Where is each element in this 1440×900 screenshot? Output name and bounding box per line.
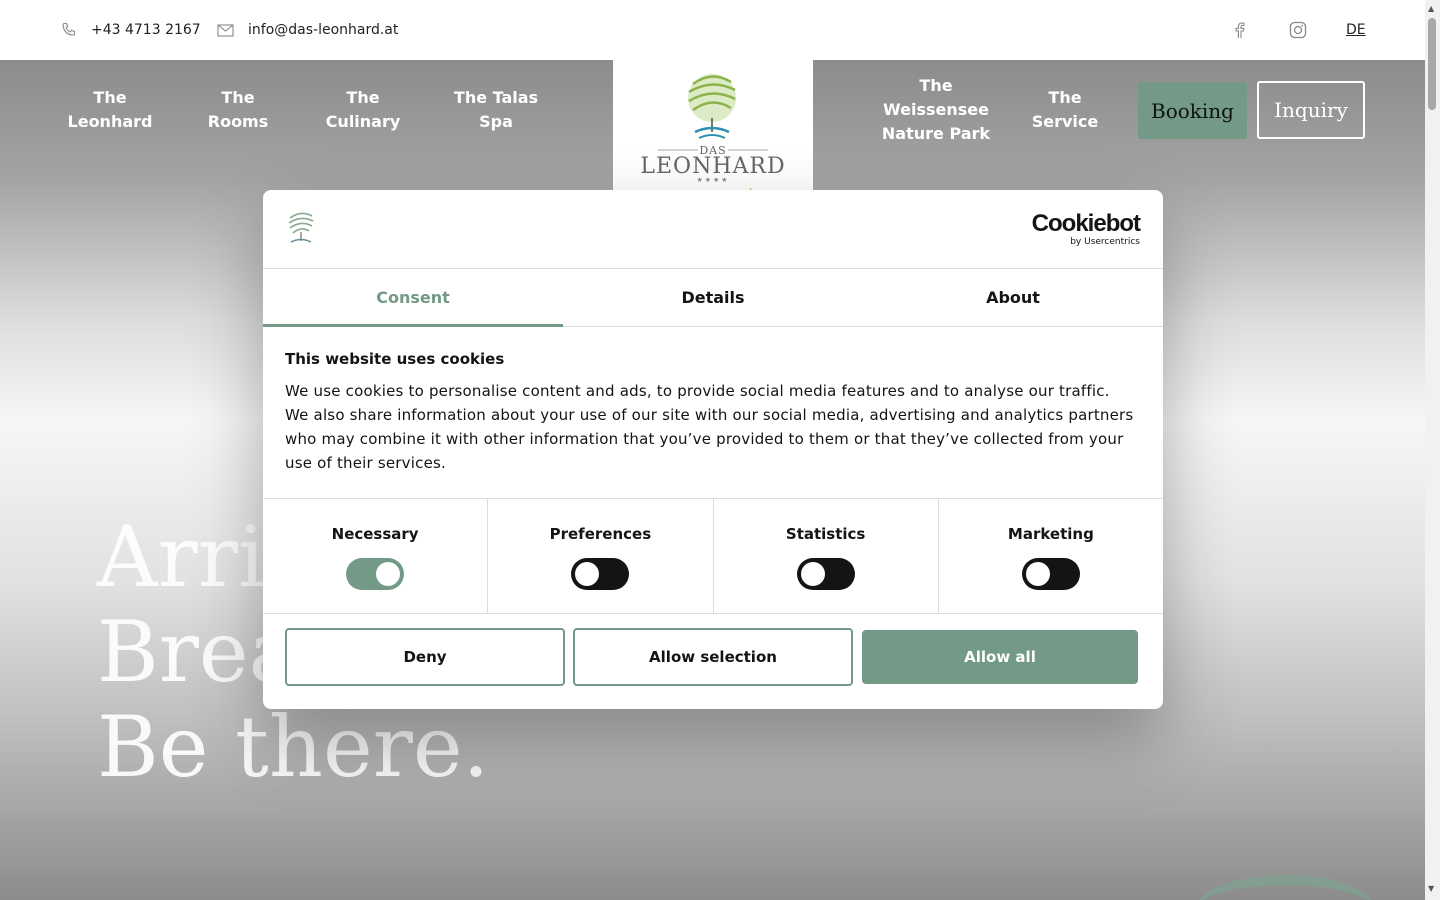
nav-the-talas-spa[interactable]: The Talas Spa [446, 60, 546, 160]
toggle-group-marketing: Marketing [939, 499, 1163, 613]
nav-weissensee-nature-park[interactable]: The Weissensee Nature Park [876, 60, 996, 160]
hotel-logo[interactable]: DAS LEONHARD ★★★★ [613, 60, 813, 200]
nav-the-service[interactable]: The Service [1025, 60, 1105, 160]
toggle-group-preferences: Preferences [488, 499, 714, 613]
toggle-knob [575, 562, 600, 586]
toggle-label-statistics: Statistics [785, 525, 866, 543]
nav-the-culinary[interactable]: The Culinary [313, 60, 413, 160]
deny-button[interactable]: Deny [285, 628, 565, 686]
cookie-consent-dialog: Cookiebot by Usercentrics Consent Detail… [263, 190, 1163, 709]
facebook-icon[interactable] [1230, 20, 1250, 40]
allow-selection-button[interactable]: Allow selection [573, 628, 853, 686]
toggle-label-marketing: Marketing [1007, 525, 1094, 543]
toggle-group-necessary: Necessary [263, 499, 489, 613]
dialog-body-text: We use cookies to personalise content an… [285, 382, 1134, 472]
mail-icon [217, 23, 234, 37]
cookiebot-logo[interactable]: Cookiebot by Usercentrics [1031, 210, 1141, 248]
nav-the-rooms[interactable]: The Rooms [193, 60, 283, 160]
dialog-tabs: Consent Details About [263, 269, 1163, 327]
consent-toggles: Necessary Preferences Statistics Marketi… [263, 498, 1163, 614]
toggle-knob [376, 562, 401, 586]
instagram-icon[interactable] [1288, 20, 1308, 40]
dialog-header: Cookiebot by Usercentrics [263, 190, 1163, 269]
top-contact-bar: +43 4713 2167 info@das-leonhard.at DE [0, 0, 1425, 60]
cookiebot-brand-sub: by Usercentrics [1070, 237, 1140, 247]
marketing-toggle[interactable] [1021, 558, 1080, 590]
toggle-knob [800, 562, 825, 586]
allow-all-button[interactable]: Allow all [862, 630, 1138, 684]
preferences-toggle[interactable] [571, 558, 630, 590]
scrollbar-thumb[interactable] [1428, 18, 1436, 110]
tab-consent[interactable]: Consent [263, 269, 563, 327]
inquiry-button[interactable]: Inquiry [1257, 81, 1365, 139]
site-logo-icon [288, 212, 314, 243]
nav-the-leonhard[interactable]: The Leonhard [55, 60, 165, 160]
logo-stars: ★★★★ [696, 176, 730, 184]
phone-link[interactable]: +43 4713 2167 [61, 0, 201, 60]
page: +43 4713 2167 info@das-leonhard.at DE Ar… [0, 0, 1425, 900]
phone-number: +43 4713 2167 [91, 22, 201, 38]
toggle-label-preferences: Preferences [549, 525, 652, 543]
cookiebot-brand: Cookiebot [1031, 210, 1141, 237]
scroll-up-arrow-icon[interactable]: ▲ [1428, 4, 1434, 13]
necessary-toggle[interactable] [346, 558, 405, 590]
phone-icon [62, 22, 76, 36]
toggle-label-necessary: Necessary [331, 525, 419, 543]
email-address: info@das-leonhard.at [248, 22, 399, 38]
language-switch[interactable]: DE [1346, 22, 1366, 38]
scroll-down-arrow-icon[interactable]: ▼ [1428, 884, 1434, 893]
hero-line-3: Be there. [97, 698, 490, 796]
toggle-knob [1025, 562, 1050, 586]
dialog-title: This website uses cookies [285, 350, 505, 368]
booking-button[interactable]: Booking [1138, 82, 1247, 139]
toggle-group-statistics: Statistics [714, 499, 939, 613]
email-link[interactable]: info@das-leonhard.at [217, 0, 398, 60]
tab-about[interactable]: About [863, 269, 1163, 326]
tab-details[interactable]: Details [563, 269, 863, 326]
statistics-toggle[interactable] [796, 558, 855, 590]
page-scrollbar[interactable] [1425, 0, 1440, 900]
